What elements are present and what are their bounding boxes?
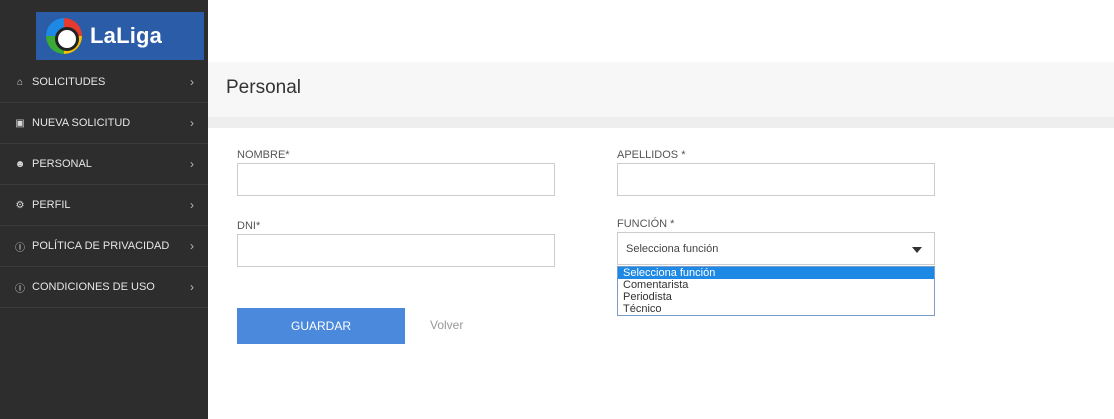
laliga-logo[interactable]: LaLiga xyxy=(36,12,204,60)
app-root: LaLiga ⌂ SOLICITUDES › ▣ NUEVA SOLICITUD… xyxy=(0,0,1114,419)
funcion-dropdown-list: Selecciona función Comentarista Periodis… xyxy=(617,266,935,316)
option-periodista[interactable]: Periodista xyxy=(618,291,934,303)
sidebar-item-condiciones-uso[interactable]: ⓘ CONDICIONES DE USO › xyxy=(0,267,208,308)
chevron-right-icon: › xyxy=(190,116,194,130)
nombre-label: NOMBRE* xyxy=(237,149,290,161)
sidebar: LaLiga ⌂ SOLICITUDES › ▣ NUEVA SOLICITUD… xyxy=(0,0,208,419)
option-tecnico[interactable]: Técnico xyxy=(618,303,934,315)
option-comentarista[interactable]: Comentarista xyxy=(618,279,934,291)
chevron-right-icon: › xyxy=(190,157,194,171)
page-header: Personal xyxy=(208,62,1114,118)
sidebar-item-solicitudes[interactable]: ⌂ SOLICITUDES › xyxy=(0,62,208,103)
chevron-right-icon: › xyxy=(190,280,194,294)
laliga-ball-icon xyxy=(46,18,82,54)
sidebar-item-nueva-solicitud[interactable]: ▣ NUEVA SOLICITUD › xyxy=(0,103,208,144)
brand-name: LaLiga xyxy=(90,23,163,48)
apellidos-input[interactable] xyxy=(617,163,935,196)
sidebar-item-label: PERFIL xyxy=(32,199,71,211)
sidebar-item-label: POLÍTICA DE PRIVACIDAD xyxy=(32,240,170,252)
briefcase-icon: ▣ xyxy=(15,117,25,129)
sidebar-item-label: PERSONAL xyxy=(32,158,92,170)
save-button[interactable]: GUARDAR xyxy=(237,308,405,344)
user-plus-icon: ☻ xyxy=(14,158,26,170)
sidebar-item-perfil[interactable]: ⚙ PERFIL › xyxy=(0,185,208,226)
home-icon: ⌂ xyxy=(16,76,24,88)
nombre-input[interactable] xyxy=(237,163,555,196)
page-title: Personal xyxy=(226,77,301,98)
section-divider xyxy=(208,118,1114,128)
option-selecciona-funcion[interactable]: Selecciona función xyxy=(618,267,934,279)
caret-down-icon xyxy=(912,247,922,253)
info-icon: ⓘ xyxy=(15,283,25,295)
back-link[interactable]: Volver xyxy=(430,318,463,332)
apellidos-label: APELLIDOS * xyxy=(617,149,686,161)
dni-input[interactable] xyxy=(237,234,555,267)
dni-label: DNI* xyxy=(237,220,261,232)
sidebar-item-label: CONDICIONES DE USO xyxy=(32,281,155,293)
chevron-right-icon: › xyxy=(190,75,194,89)
sidebar-item-politica-privacidad[interactable]: ⓘ POLÍTICA DE PRIVACIDAD › xyxy=(0,226,208,267)
funcion-label: FUNCIÓN * xyxy=(617,218,675,230)
sidebar-item-label: NUEVA SOLICITUD xyxy=(32,117,131,129)
cogs-icon: ⚙ xyxy=(15,199,25,211)
funcion-selected-value: Selecciona función xyxy=(626,242,719,255)
info-icon: ⓘ xyxy=(15,242,25,254)
funcion-select[interactable]: Selecciona función xyxy=(617,232,935,265)
chevron-right-icon: › xyxy=(190,239,194,253)
sidebar-item-label: SOLICITUDES xyxy=(32,76,106,88)
chevron-right-icon: › xyxy=(190,198,194,212)
sidebar-item-personal[interactable]: ☻ PERSONAL › xyxy=(0,144,208,185)
sidebar-nav: ⌂ SOLICITUDES › ▣ NUEVA SOLICITUD › ☻ PE… xyxy=(0,62,208,308)
